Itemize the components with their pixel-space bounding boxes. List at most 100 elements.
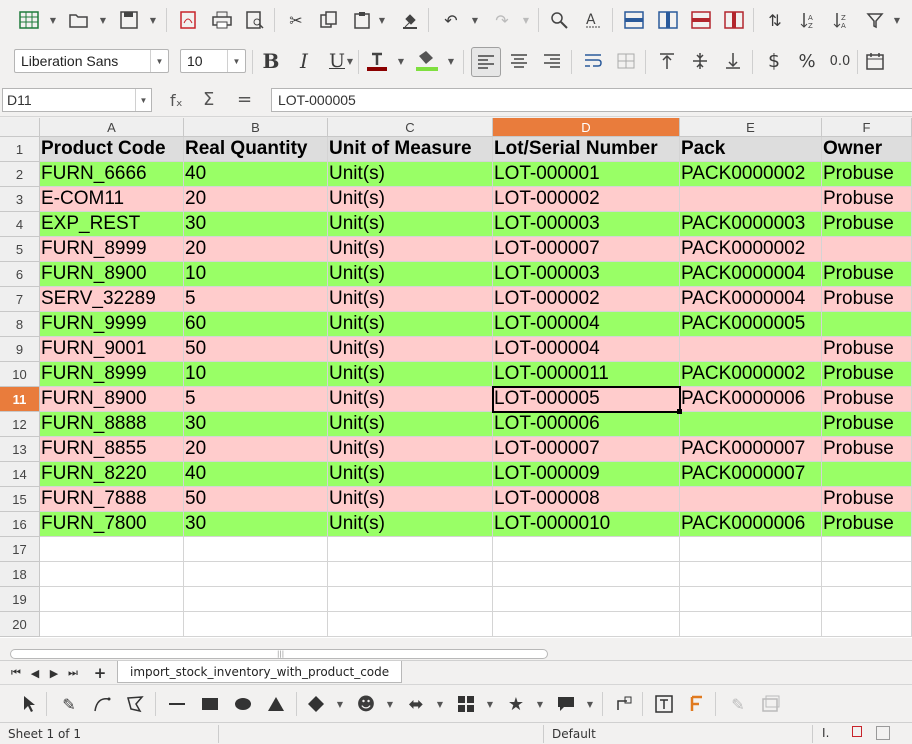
empty-cell[interactable] [184,562,328,587]
font-color-icon[interactable] [364,48,390,74]
cell-c10[interactable]: Unit(s) [328,362,493,387]
percent-icon[interactable]: % [794,48,820,74]
merge-cells-icon[interactable] [613,48,639,74]
column-header-a[interactable]: A [40,118,184,137]
select-all-corner[interactable] [0,118,40,137]
cell-b4[interactable]: 30 [184,212,328,237]
paste-icon[interactable] [349,7,375,33]
copy-icon[interactable] [316,7,342,33]
row-header-3[interactable]: 3 [0,187,40,212]
cell-d2[interactable]: LOT-000001 [493,162,680,187]
polygon-icon[interactable] [122,691,148,717]
cell-f10[interactable]: Probuse [822,362,912,387]
underline-dropdown-icon[interactable]: ▼ [345,48,355,74]
cell-f16[interactable]: Probuse [822,512,912,537]
cell-e16[interactable]: PACK0000006 [680,512,822,537]
cell-c12[interactable]: Unit(s) [328,412,493,437]
background-color-dropdown-icon[interactable]: ▼ [446,48,456,74]
cell-a7[interactable]: SERV_32289 [40,287,184,312]
save-dropdown-icon[interactable]: ▼ [148,7,158,33]
triangle-icon[interactable] [263,691,289,717]
basic-shapes-icon[interactable] [303,691,329,717]
paste-dropdown-icon[interactable]: ▼ [377,7,387,33]
empty-cell[interactable] [40,537,184,562]
row-header-9[interactable]: 9 [0,337,40,362]
row-header-15[interactable]: 15 [0,487,40,512]
callouts-dropdown-icon[interactable]: ▼ [585,691,595,717]
cell-d7[interactable]: LOT-000002 [493,287,680,312]
column-icon[interactable] [655,7,681,33]
redo-icon[interactable]: ↷ [489,7,515,33]
cell-f5[interactable] [822,237,912,262]
cell-c7[interactable]: Unit(s) [328,287,493,312]
cell-b5[interactable]: 20 [184,237,328,262]
currency-icon[interactable]: $ [761,48,787,74]
cell-e15[interactable] [680,487,822,512]
print-preview-icon[interactable] [242,7,268,33]
delete-column-icon[interactable] [721,7,747,33]
cell-b7[interactable]: 5 [184,287,328,312]
cell-c2[interactable]: Unit(s) [328,162,493,187]
digital-signature-icon[interactable] [876,726,890,740]
horizontal-scrollbar[interactable]: ||| [10,649,548,659]
cell-d16[interactable]: LOT-0000010 [493,512,680,537]
row-header-10[interactable]: 10 [0,362,40,387]
empty-cell[interactable] [328,612,493,637]
add-sheet-icon[interactable]: + [92,664,108,682]
block-arrows-icon[interactable]: ⬌ [403,691,429,717]
print-icon[interactable] [209,7,235,33]
font-size-combo[interactable]: 10 ▼ [180,49,246,73]
row-header-7[interactable]: 7 [0,287,40,312]
previous-sheet-icon[interactable]: ◀ [27,665,43,681]
sort-ascending-icon[interactable]: AZ [795,7,821,33]
cell-f9[interactable]: Probuse [822,337,912,362]
sheet-tab[interactable]: import_stock_inventory_with_product_code [117,661,403,683]
font-size-dropdown-icon[interactable]: ▼ [227,50,245,72]
cell-a12[interactable]: FURN_8888 [40,412,184,437]
cell-b15[interactable]: 50 [184,487,328,512]
open-dropdown-icon[interactable]: ▼ [98,7,108,33]
cell-a13[interactable]: FURN_8855 [40,437,184,462]
empty-cell[interactable] [680,562,822,587]
points-icon[interactable] [611,691,637,717]
empty-cell[interactable] [822,612,912,637]
next-sheet-icon[interactable]: ▶ [46,665,62,681]
column-header-e[interactable]: E [680,118,822,137]
document-modified-icon[interactable] [852,726,862,737]
cell-a16[interactable]: FURN_7800 [40,512,184,537]
empty-cell[interactable] [328,562,493,587]
cell-a14[interactable]: FURN_8220 [40,462,184,487]
export-pdf-icon[interactable] [175,7,201,33]
date-format-icon[interactable] [862,48,888,74]
symbol-shapes-icon[interactable]: ☻ [353,691,379,717]
empty-cell[interactable] [493,537,680,562]
row-header-19[interactable]: 19 [0,587,40,612]
empty-cell[interactable] [40,562,184,587]
cell-d10[interactable]: LOT-0000011 [493,362,680,387]
cell-b9[interactable]: 50 [184,337,328,362]
cell-c13[interactable]: Unit(s) [328,437,493,462]
delete-row-icon[interactable] [688,7,714,33]
ellipse-icon[interactable] [230,691,256,717]
toggle-extrusion-icon[interactable]: ✎ [725,691,751,717]
empty-cell[interactable] [493,562,680,587]
flowchart-dropdown-icon[interactable]: ▼ [485,691,495,717]
cell-e6[interactable]: PACK0000004 [680,262,822,287]
function-wizard-icon[interactable]: fₓ [170,91,183,110]
cell-a11[interactable]: FURN_8900 [40,387,184,412]
cell-a15[interactable]: FURN_7888 [40,487,184,512]
cell-a10[interactable]: FURN_8999 [40,362,184,387]
cell-c3[interactable]: Unit(s) [328,187,493,212]
first-sheet-icon[interactable]: ⏮ [8,665,24,681]
row-header-14[interactable]: 14 [0,462,40,487]
cell-d12[interactable]: LOT-000006 [493,412,680,437]
rectangle-icon[interactable] [197,691,223,717]
curve-icon[interactable] [89,691,115,717]
cell-d14[interactable]: LOT-000009 [493,462,680,487]
empty-cell[interactable] [822,587,912,612]
empty-cell[interactable] [328,587,493,612]
row-header-4[interactable]: 4 [0,212,40,237]
header-cell-d[interactable]: Lot/Serial Number [493,137,680,162]
autofilter-dropdown-icon[interactable]: ▼ [892,7,902,33]
empty-cell[interactable] [493,612,680,637]
